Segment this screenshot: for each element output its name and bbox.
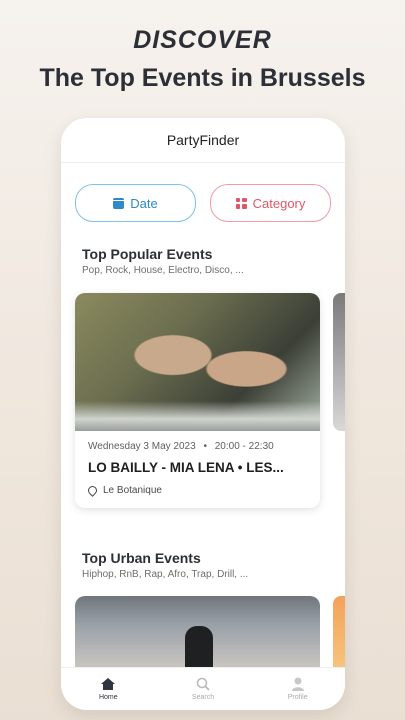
category-filter-label: Category bbox=[252, 195, 306, 211]
next-urban-card-peek[interactable] bbox=[333, 596, 345, 668]
bottom-nav: Home Search Profile bbox=[61, 667, 345, 710]
date-filter-label: Date bbox=[130, 195, 158, 211]
location-pin-icon bbox=[86, 484, 99, 497]
section-title-popular: Top Popular Events bbox=[82, 246, 213, 262]
event-venue: Le Botanique bbox=[86, 484, 307, 497]
category-filter-button[interactable]: Category bbox=[210, 184, 331, 222]
urban-event-card[interactable] bbox=[75, 596, 320, 668]
filter-bar: Date Category bbox=[75, 184, 331, 222]
next-event-card-peek[interactable] bbox=[333, 293, 345, 431]
event-datetime: Wednesday 3 May 2023 • 20:00 - 22:30 bbox=[88, 441, 307, 452]
nav-search[interactable]: Search bbox=[156, 668, 251, 710]
section-title-urban: Top Urban Events bbox=[82, 550, 201, 566]
event-image bbox=[185, 626, 213, 668]
phone-frame: PartyFinder Date Category Top Popular Ev… bbox=[61, 118, 345, 710]
event-title: LO BAILLY - MIA LENA • LES... bbox=[88, 460, 284, 475]
nav-profile[interactable]: Profile bbox=[250, 668, 345, 710]
nav-search-label: Search bbox=[191, 694, 215, 701]
section-subtitle-urban: Hiphop, RnB, Rap, Afro, Trap, Drill, ... bbox=[82, 569, 249, 580]
nav-home-label: Home bbox=[98, 694, 118, 701]
event-venue-label: Le Botanique bbox=[103, 485, 162, 496]
home-icon bbox=[101, 678, 116, 690]
app-bar: PartyFinder bbox=[61, 118, 345, 163]
search-icon bbox=[196, 677, 210, 691]
nav-home[interactable]: Home bbox=[61, 668, 156, 710]
app-title: PartyFinder bbox=[166, 132, 240, 148]
event-date-separator: • bbox=[203, 441, 207, 452]
event-card[interactable]: Wednesday 3 May 2023 • 20:00 - 22:30 LO … bbox=[75, 293, 320, 508]
category-grid-icon bbox=[235, 197, 247, 209]
date-filter-button[interactable]: Date bbox=[75, 184, 196, 222]
event-image bbox=[75, 293, 320, 431]
section-subtitle-popular: Pop, Rock, House, Electro, Disco, ... bbox=[82, 265, 244, 276]
event-date: Wednesday 3 May 2023 bbox=[88, 441, 196, 452]
headline-discover: DISCOVER bbox=[133, 26, 272, 54]
profile-icon bbox=[291, 677, 304, 691]
event-time: 20:00 - 22:30 bbox=[214, 441, 274, 452]
calendar-icon bbox=[113, 197, 125, 209]
headline-subtitle: The Top Events in Brussels bbox=[39, 64, 366, 92]
nav-profile-label: Profile bbox=[287, 694, 308, 701]
